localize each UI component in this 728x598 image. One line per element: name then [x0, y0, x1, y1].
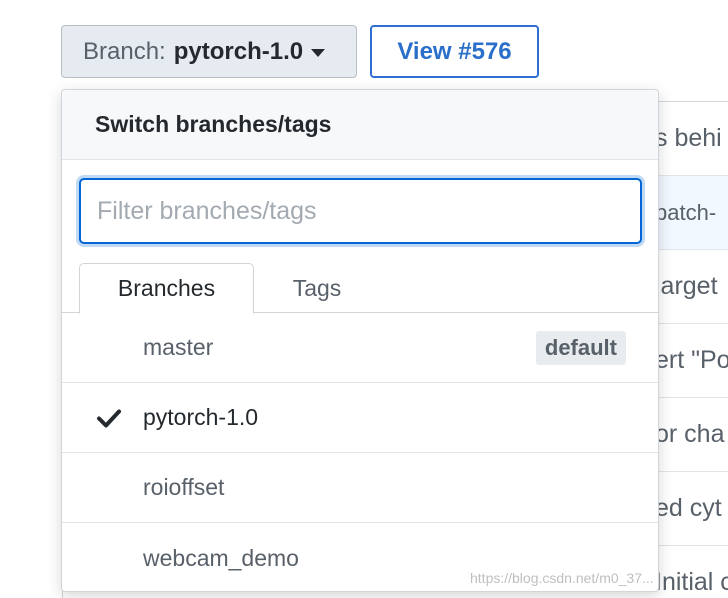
caret-down-icon — [311, 49, 326, 57]
tab-tags[interactable]: Tags — [262, 263, 372, 314]
branch-item-name: webcam_demo — [143, 544, 299, 571]
filter-input[interactable] — [79, 178, 642, 244]
file-row-text: ed cyt — [655, 494, 722, 522]
branch-item-roioffset[interactable]: roioffset — [62, 453, 658, 523]
branch-item-name: pytorch-1.0 — [143, 404, 259, 430]
file-row-text: Initial com — [655, 568, 728, 596]
view-pr-button[interactable]: View #576 — [370, 25, 539, 78]
menu-tabs: Branches Tags — [62, 246, 658, 314]
file-row-text: ert "Po — [655, 346, 728, 374]
branch-switcher-menu: Switch branches/tags Branches Tags maste… — [61, 89, 659, 592]
file-row-text: or cha — [655, 420, 725, 448]
file-row-text: larget — [655, 272, 718, 300]
default-badge: default — [535, 331, 626, 365]
branch-select-button[interactable]: Branch: pytorch-1.0 — [61, 25, 357, 78]
menu-title: Switch branches/tags — [62, 90, 658, 160]
branch-item-pytorch-1.0[interactable]: pytorch-1.0 — [62, 383, 658, 453]
branch-select-value: pytorch-1.0 — [173, 37, 304, 65]
tab-branches[interactable]: Branches — [79, 263, 254, 314]
filter-wrapper — [62, 160, 658, 246]
branch-item-name: master — [143, 334, 214, 360]
watermark: https://blog.csdn.net/m0_37... — [470, 570, 654, 586]
file-row-text: patch- — [655, 200, 717, 225]
branch-item-master[interactable]: master default — [62, 313, 658, 383]
branch-select-label: Branch: — [83, 37, 166, 65]
check-icon — [97, 409, 121, 428]
file-row-text: s behi — [655, 124, 722, 152]
branch-item-name: roioffset — [143, 474, 225, 500]
